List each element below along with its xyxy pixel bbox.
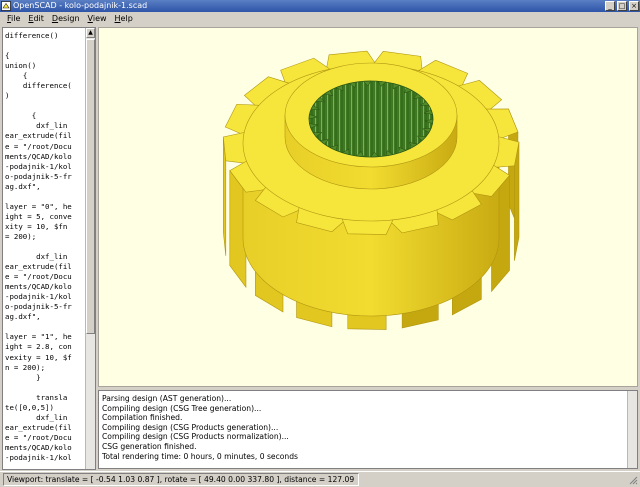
gear-render xyxy=(222,50,520,330)
viewport-status: Viewport: translate = [ -0.54 1.03 0.87 … xyxy=(3,473,359,486)
console-line: Parsing design (AST generation)... xyxy=(102,394,232,403)
menu-edit[interactable]: Edit xyxy=(24,12,48,26)
window-controls: _ □ × xyxy=(605,1,639,11)
menu-view[interactable]: View xyxy=(84,12,111,26)
editor-code[interactable]: difference() { union() { difference( ) {… xyxy=(5,31,87,463)
editor-scroll-thumb[interactable] xyxy=(86,39,95,334)
console-line: CSG generation finished. xyxy=(102,441,197,451)
close-button[interactable]: × xyxy=(629,1,639,11)
console-output[interactable]: Parsing design (AST generation)... Compi… xyxy=(98,390,638,469)
menu-bar: File Edit Design View Help xyxy=(0,12,640,26)
console-line: Compiling design (CSG Tree generation)..… xyxy=(102,403,262,413)
console-line: Total rendering time: 0 hours, 0 minutes… xyxy=(102,451,299,461)
gear-model xyxy=(222,50,520,330)
console-line: Compiling design (CSG Products generatio… xyxy=(102,422,279,432)
editor-scrollbar[interactable]: ▲ xyxy=(85,28,95,469)
console-line: Compiling design (CSG Products normaliza… xyxy=(102,432,289,442)
window-title: OpenSCAD - kolo-podajnik-1.scad xyxy=(13,1,148,10)
menu-help[interactable]: Help xyxy=(111,12,137,26)
status-bar: Viewport: translate = [ -0.54 1.03 0.87 … xyxy=(0,471,640,487)
title-bar[interactable]: OpenSCAD - kolo-podajnik-1.scad _ □ × xyxy=(0,0,640,12)
menu-file[interactable]: File xyxy=(3,12,24,26)
gear-tooth-top xyxy=(341,218,394,235)
minimize-button[interactable]: _ xyxy=(605,1,615,11)
menu-design[interactable]: Design xyxy=(48,12,84,26)
resize-grip-icon[interactable] xyxy=(628,475,638,485)
maximize-button[interactable]: □ xyxy=(617,1,627,11)
scroll-up-icon[interactable]: ▲ xyxy=(86,28,95,38)
console-scrollbar[interactable] xyxy=(627,391,637,468)
code-editor[interactable]: difference() { union() { difference( ) {… xyxy=(2,27,96,470)
console-line: Compilation finished. xyxy=(102,413,183,423)
openscad-app-icon xyxy=(1,1,11,11)
3d-viewport[interactable] xyxy=(98,27,638,387)
